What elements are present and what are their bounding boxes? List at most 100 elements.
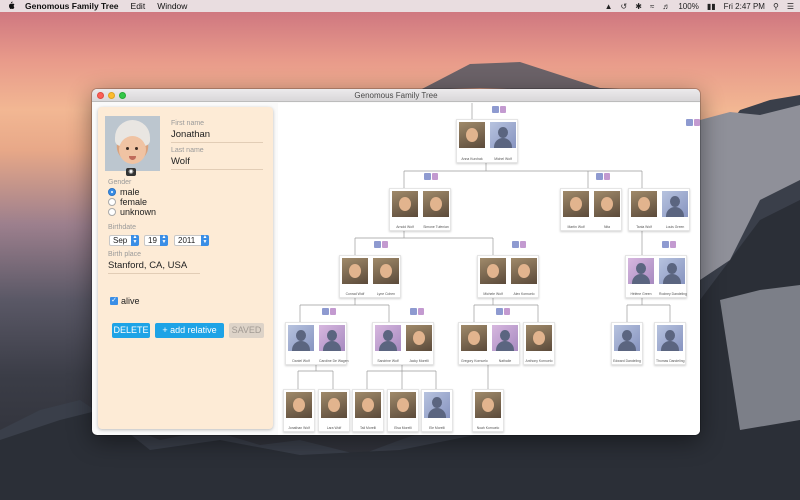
app-menu[interactable]: Genomous Family Tree [25, 1, 119, 11]
time-machine-icon[interactable]: ↺ [621, 2, 628, 11]
person-card[interactable]: Anna Kurchak Michel Wolf [456, 119, 518, 163]
first-name-label: First name [171, 120, 205, 127]
couple-icon[interactable] [662, 241, 676, 248]
person-card[interactable]: Tali Morelli [352, 389, 384, 432]
apple-menu-icon[interactable] [6, 1, 15, 12]
person-card-selected[interactable]: Jonathan Wolf [283, 389, 315, 432]
person-photo [406, 325, 432, 351]
person-name: Nathalie [498, 359, 512, 363]
person-photo [631, 191, 657, 217]
delete-button[interactable]: DELETE [112, 323, 150, 338]
title-bar[interactable]: Genomous Family Tree [92, 89, 700, 102]
couple-icon[interactable] [496, 308, 510, 315]
couple-icon[interactable] [374, 241, 388, 248]
person-name: Jacky Morelli [409, 359, 429, 363]
app-window: Genomous Family Tree ◉ First name Jonath… [92, 89, 700, 435]
person-photo [511, 258, 537, 284]
battery-icon[interactable]: ▮▮ [707, 2, 716, 11]
couple-icon[interactable] [492, 106, 506, 113]
person-name: Hélène Green [630, 292, 652, 296]
alive-toggle[interactable]: ✓ alive [110, 296, 140, 306]
menu-bar: Genomous Family Tree Edit Window ▲ ↺ ✱ ≈… [0, 0, 800, 12]
person-card[interactable]: Michele Wolf Alex Kornuelo [477, 255, 539, 298]
person-name: Martin Wolf [567, 225, 585, 229]
person-silhouette-icon [628, 258, 654, 284]
person-silhouette-icon [492, 325, 518, 351]
person-silhouette-icon [614, 325, 640, 351]
person-card[interactable]: Tania Wolf Louis Green [628, 188, 690, 231]
month-stepper-icon[interactable]: ▲ ▼ [131, 235, 139, 246]
menu-edit[interactable]: Edit [131, 1, 146, 11]
birthplace-field[interactable]: Stanford, CA, USA [108, 260, 200, 274]
family-tree-canvas[interactable]: Anna Kurchak Michel Wolf Arnold Wolf Sim… [278, 103, 700, 435]
menu-window[interactable]: Window [157, 1, 187, 11]
person-card[interactable]: Sandrine Wolf Jacky Morelli [372, 322, 434, 365]
wifi-icon[interactable]: ≈ [650, 2, 654, 11]
person-card[interactable]: Gregory Kornuelo Nathalie [458, 322, 520, 365]
person-name: Sandrine Wolf [377, 359, 399, 363]
person-name: Thomas Dandeling [656, 359, 685, 363]
status-tray: ▲ ↺ ✱ ≈ ♬ 100% ▮▮ Fri 2:47 PM ⚲ ☰ [605, 2, 794, 11]
minimize-window-button[interactable] [108, 92, 115, 99]
person-photo [526, 325, 552, 351]
saved-button: SAVED [229, 323, 264, 338]
person-photo[interactable] [105, 116, 160, 171]
zoom-window-button[interactable] [119, 92, 126, 99]
couple-icon[interactable] [596, 173, 610, 180]
alive-checkbox[interactable]: ✓ [110, 297, 118, 305]
person-silhouette-icon [375, 325, 401, 351]
spotlight-icon[interactable]: ⚲ [773, 2, 779, 11]
birth-month-select[interactable]: Sep ▲ ▼ [109, 235, 139, 246]
person-card[interactable]: Noah Kornuelo [472, 389, 504, 432]
person-name: Lyne Cohen [376, 292, 396, 296]
person-silhouette-icon [662, 191, 688, 217]
menubar-clock[interactable]: Fri 2:47 PM [724, 2, 765, 11]
person-photo [475, 392, 501, 418]
couple-icon[interactable] [512, 241, 526, 248]
day-stepper-icon[interactable]: ▲ ▼ [160, 235, 168, 246]
person-card[interactable]: Thomas Dandeling [654, 322, 686, 365]
add-relative-button[interactable]: + add relative [155, 323, 224, 338]
couple-icon[interactable] [424, 173, 438, 180]
person-card[interactable]: Hélène Green Rodney Dandeling [625, 255, 687, 298]
window-title: Genomous Family Tree [354, 91, 438, 100]
gender-option-unknown[interactable]: unknown [108, 207, 156, 217]
bluetooth-icon[interactable]: ✱ [635, 2, 642, 11]
gender-unknown-label: unknown [120, 207, 157, 217]
notification-center-icon[interactable]: ☰ [787, 2, 794, 11]
person-name: Ele Morelli [429, 426, 445, 430]
person-name: Elsa Morelli [394, 426, 412, 430]
gender-option-male[interactable]: male [108, 187, 140, 197]
couple-icon[interactable] [410, 308, 424, 315]
person-card[interactable]: Conrad Wolf Lyne Cohen [339, 255, 401, 298]
volume-icon[interactable]: ♬ [662, 2, 670, 11]
last-name-label: Last name [171, 147, 204, 154]
birth-year-select[interactable]: 2011 ▲ ▼ [174, 235, 209, 246]
year-stepper-icon[interactable]: ▲ ▼ [201, 235, 209, 246]
person-photo [423, 191, 449, 217]
notification-icon[interactable]: ▲ [605, 2, 613, 11]
person-card[interactable]: Anthony Kornuelo [523, 322, 555, 365]
first-name-field[interactable]: Jonathan [171, 129, 263, 143]
person-card[interactable]: Daniel Wolf Caroline De Wagen [285, 322, 348, 365]
person-card[interactable]: Lara Wolf [318, 389, 350, 432]
person-card[interactable]: Ele Morelli [421, 389, 453, 432]
radio-female[interactable] [108, 198, 116, 206]
birthdate-label: Birthdate [108, 224, 137, 231]
person-card[interactable]: Elsa Morelli [387, 389, 419, 432]
person-silhouette-icon [424, 392, 450, 418]
person-name: Simone Tufenian [423, 225, 449, 229]
last-name-field[interactable]: Wolf [171, 156, 263, 170]
couple-icon[interactable] [322, 308, 336, 315]
gender-option-female[interactable]: female [108, 197, 147, 207]
person-card[interactable]: Martin Wolf Nita [560, 188, 622, 231]
close-window-button[interactable] [97, 92, 104, 99]
person-card[interactable]: Edward Dandeling [611, 322, 643, 365]
person-card[interactable]: Arnold Wolf Simone Tufenian [389, 188, 451, 231]
couple-icon[interactable] [686, 119, 700, 126]
person-name: Anna Kurchak [461, 157, 483, 161]
radio-unknown[interactable] [108, 208, 116, 216]
birth-day-select[interactable]: 19 ▲ ▼ [144, 235, 168, 246]
radio-male[interactable] [108, 188, 116, 196]
camera-icon[interactable]: ◉ [126, 168, 136, 176]
